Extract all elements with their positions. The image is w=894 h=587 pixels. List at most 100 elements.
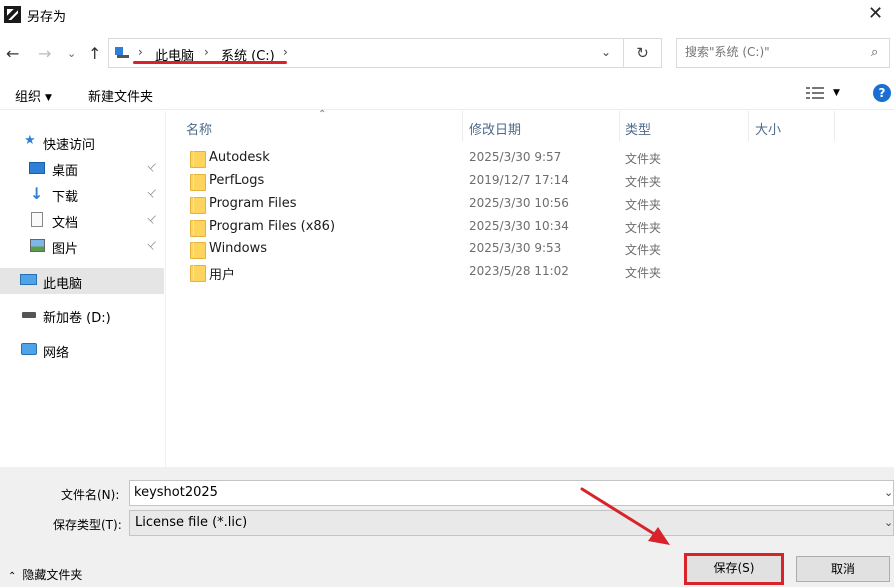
- back-arrow-icon[interactable]: ←: [6, 44, 19, 63]
- folder-icon: [190, 220, 206, 237]
- column-header-type[interactable]: 类型: [625, 119, 651, 138]
- new-folder-button[interactable]: 新建文件夹: [88, 86, 153, 105]
- file-modified: 2019/12/7 17:14: [469, 173, 569, 187]
- folder-icon: [190, 265, 206, 282]
- file-modified: 2023/5/28 11:02: [469, 264, 569, 278]
- close-icon[interactable]: ✕: [868, 3, 883, 24]
- filename-field[interactable]: ⌄: [129, 480, 894, 506]
- sidebar-item-label: 下载: [52, 190, 79, 205]
- column-divider[interactable]: [619, 111, 620, 141]
- sidebar-item-quick-access[interactable]: ★ 快速访问: [0, 129, 164, 155]
- search-box[interactable]: ⌕: [676, 38, 890, 68]
- breadcrumb-highlight-underline: [133, 61, 287, 64]
- sidebar-item-drive-d[interactable]: 新加卷 (D:): [0, 302, 164, 328]
- sidebar-item-label: 快速访问: [43, 138, 96, 153]
- sidebar-item-pictures[interactable]: 图片 ⊥: [0, 233, 164, 259]
- sidebar-item-network[interactable]: 网络: [0, 337, 164, 363]
- file-list: ⌃ 名称 修改日期 类型 大小 Autodesk 2025/3/30 9:57 …: [166, 109, 894, 468]
- refresh-button[interactable]: ↻: [624, 38, 662, 68]
- table-row[interactable]: Windows 2025/3/30 9:53 文件夹: [182, 238, 882, 260]
- folder-icon: [190, 151, 206, 168]
- file-name: 用户: [209, 268, 236, 283]
- sort-ascending-icon: ⌃: [318, 109, 327, 120]
- sidebar-item-label: 新加卷 (D:): [43, 311, 111, 326]
- pin-icon: ⊥: [144, 158, 161, 175]
- sidebar-item-documents[interactable]: 文档 ⊥: [0, 207, 164, 233]
- file-name: Program Files: [209, 196, 297, 211]
- computer-icon: [20, 274, 37, 285]
- title-bar: 另存为 ✕: [0, 0, 894, 30]
- picture-icon: [30, 239, 45, 252]
- file-name: Program Files (x86): [209, 219, 336, 234]
- table-row[interactable]: 用户 2023/5/28 11:02 文件夹: [182, 261, 882, 283]
- file-type: 文件夹: [625, 266, 662, 280]
- file-name: PerfLogs: [209, 173, 265, 188]
- file-name: Autodesk: [209, 150, 270, 165]
- save-button[interactable]: 保存(S): [684, 553, 784, 585]
- search-input[interactable]: [685, 45, 865, 59]
- search-icon[interactable]: ⌕: [871, 45, 878, 60]
- save-options-panel: 文件名(N): ⌄ 保存类型(T): License file (*.lic) …: [0, 467, 894, 587]
- column-divider[interactable]: [834, 111, 835, 141]
- sidebar-item-this-pc[interactable]: 此电脑: [0, 268, 164, 294]
- chevron-up-icon: ⌃: [8, 571, 17, 582]
- breadcrumb-separator-icon: ›: [138, 45, 143, 59]
- hide-folders-toggle[interactable]: ⌃ 隐藏文件夹: [8, 566, 82, 583]
- table-row[interactable]: PerfLogs 2019/12/7 17:14 文件夹: [182, 170, 882, 192]
- refresh-icon: ↻: [636, 44, 649, 62]
- network-icon: [21, 343, 37, 355]
- sidebar-item-label: 网络: [43, 346, 70, 361]
- file-modified: 2025/3/30 9:53: [469, 241, 562, 255]
- pin-icon: ⊥: [144, 184, 161, 201]
- sidebar-item-label: 图片: [52, 242, 79, 257]
- filename-label: 文件名(N):: [61, 488, 120, 502]
- star-icon: ★: [24, 133, 36, 148]
- file-type: 文件夹: [625, 198, 662, 212]
- save-as-dialog: 另存为 ✕ ← → ⌄ ↑ › 此电脑 › 系统 (C:) › ⌄ ↻ ⌕ 组织…: [0, 0, 894, 587]
- forward-arrow-icon[interactable]: →: [38, 44, 51, 63]
- download-arrow-icon: ↓: [30, 184, 44, 203]
- window-title: 另存为: [27, 10, 67, 25]
- organize-menu-button[interactable]: 组织 ▼: [15, 86, 52, 105]
- chevron-down-icon[interactable]: ⌄: [601, 45, 611, 59]
- column-divider[interactable]: [462, 111, 463, 141]
- computer-icon: [115, 47, 129, 59]
- column-header-name[interactable]: 名称: [186, 119, 212, 138]
- column-header-modified[interactable]: 修改日期: [469, 119, 521, 138]
- view-options-icon[interactable]: [806, 87, 824, 99]
- caret-down-icon[interactable]: ▼: [833, 88, 840, 98]
- file-type: 文件夹: [625, 152, 662, 166]
- sidebar-item-desktop[interactable]: 桌面 ⊥: [0, 155, 164, 181]
- hide-folders-label: 隐藏文件夹: [22, 568, 83, 582]
- drive-icon: [22, 312, 36, 318]
- document-icon: [31, 212, 43, 227]
- filetype-label: 保存类型(T):: [53, 518, 122, 532]
- chevron-down-icon[interactable]: ⌄: [884, 486, 893, 499]
- app-logo-icon: [4, 6, 21, 23]
- table-row[interactable]: Program Files (x86) 2025/3/30 10:34 文件夹: [182, 216, 882, 238]
- chevron-down-icon[interactable]: ⌄: [884, 516, 893, 529]
- filetype-value: License file (*.lic): [135, 515, 248, 530]
- column-divider[interactable]: [748, 111, 749, 141]
- table-row[interactable]: Program Files 2025/3/30 10:56 文件夹: [182, 193, 882, 215]
- address-bar[interactable]: › 此电脑 › 系统 (C:) › ⌄: [108, 38, 624, 68]
- breadcrumb-separator-icon: ›: [204, 45, 209, 59]
- help-icon[interactable]: ?: [873, 84, 891, 102]
- recent-locations-icon[interactable]: ⌄: [67, 47, 76, 60]
- pin-icon: ⊥: [144, 210, 161, 227]
- sidebar-item-downloads[interactable]: ↓ 下载 ⊥: [0, 181, 164, 207]
- file-modified: 2025/3/30 10:56: [469, 196, 569, 210]
- folder-icon: [190, 174, 206, 191]
- folder-icon: [190, 197, 206, 214]
- navigation-bar: ← → ⌄ ↑ › 此电脑 › 系统 (C:) › ⌄ ↻ ⌕: [0, 30, 894, 78]
- cancel-button[interactable]: 取消: [796, 556, 890, 582]
- folder-icon: [190, 242, 206, 259]
- filetype-select[interactable]: License file (*.lic) ⌄: [129, 510, 894, 536]
- up-arrow-icon[interactable]: ↑: [88, 44, 101, 63]
- organize-label: 组织: [15, 90, 42, 105]
- sidebar-item-label: 桌面: [52, 164, 79, 179]
- file-type: 文件夹: [625, 243, 662, 257]
- filename-input[interactable]: [134, 485, 834, 500]
- column-header-size[interactable]: 大小: [755, 119, 781, 138]
- table-row[interactable]: Autodesk 2025/3/30 9:57 文件夹: [182, 147, 882, 169]
